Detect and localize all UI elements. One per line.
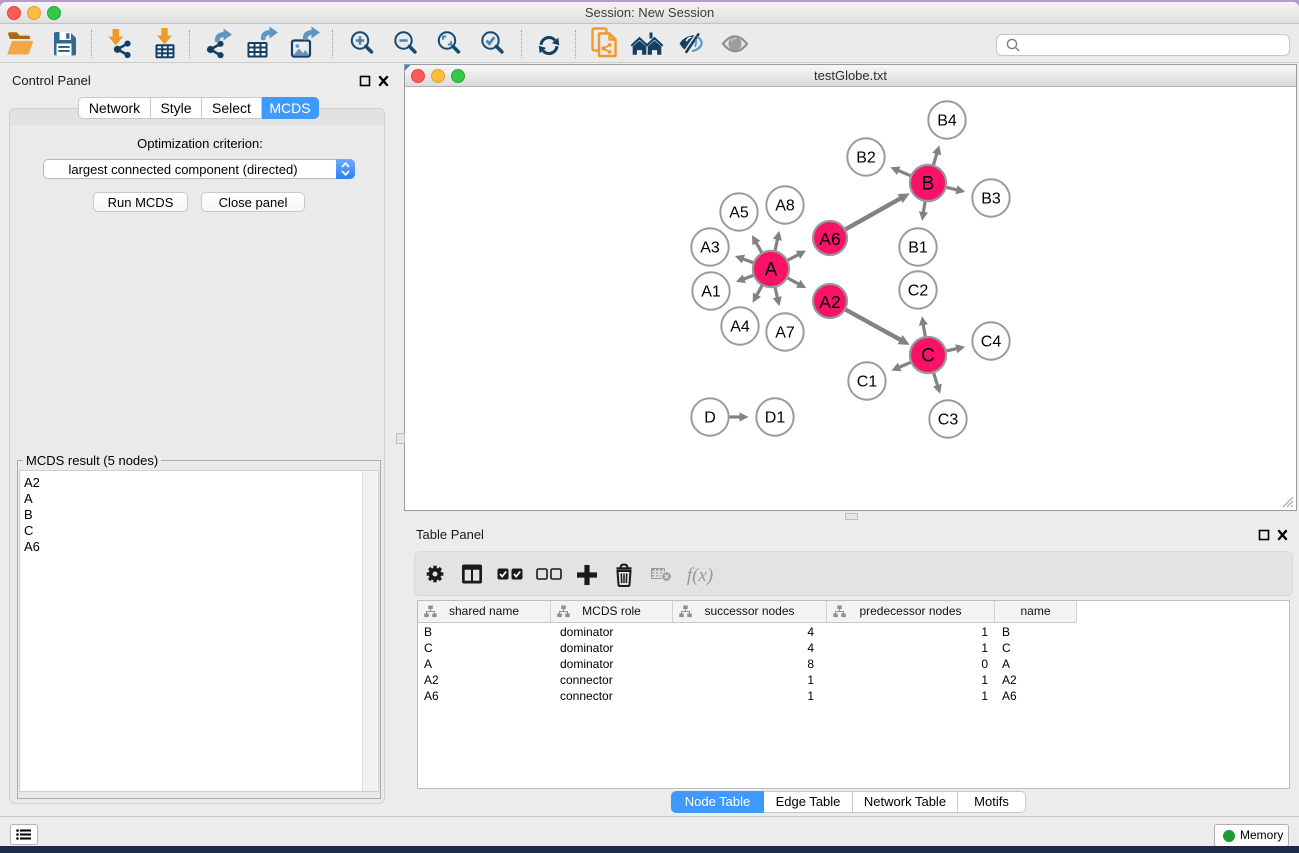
svg-text:C2: C2 xyxy=(908,283,929,300)
svg-text:A4: A4 xyxy=(730,319,750,336)
svg-text:A2: A2 xyxy=(819,292,840,312)
svg-text:A3: A3 xyxy=(700,240,720,257)
svg-text:D1: D1 xyxy=(765,410,786,427)
svg-text:C3: C3 xyxy=(938,412,959,429)
svg-text:C1: C1 xyxy=(857,374,878,391)
svg-text:B4: B4 xyxy=(937,113,957,130)
svg-text:A8: A8 xyxy=(775,198,795,215)
svg-text:B3: B3 xyxy=(981,191,1001,208)
svg-text:A: A xyxy=(765,260,778,281)
svg-text:D: D xyxy=(704,410,716,427)
svg-text:A1: A1 xyxy=(701,284,721,301)
svg-text:C: C xyxy=(921,346,935,367)
svg-text:f(x): f(x) xyxy=(687,565,713,586)
svg-text:A5: A5 xyxy=(729,205,749,222)
svg-text:B2: B2 xyxy=(856,150,876,167)
svg-text:B: B xyxy=(922,174,935,195)
svg-text:A6: A6 xyxy=(819,229,840,249)
svg-text:C4: C4 xyxy=(981,334,1002,351)
svg-text:B1: B1 xyxy=(908,240,928,257)
svg-text:A7: A7 xyxy=(775,325,795,342)
